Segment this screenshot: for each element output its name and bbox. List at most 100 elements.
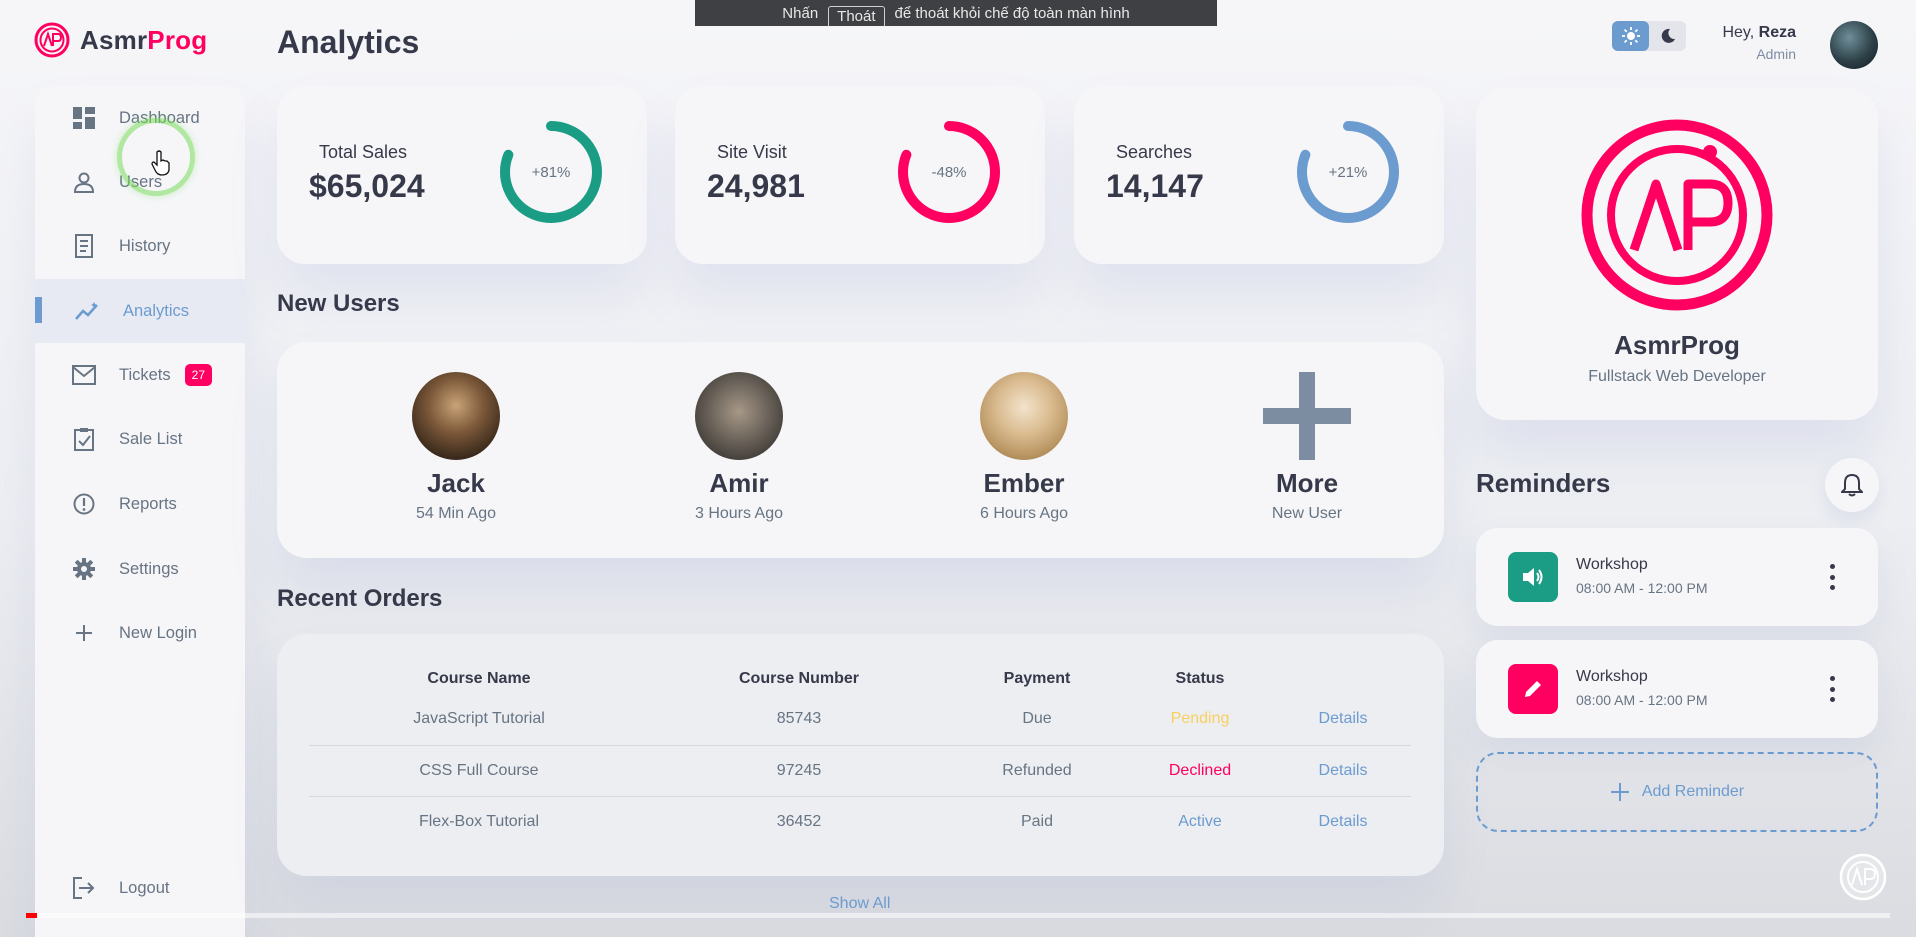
banner-suffix: để thoát khỏi chế độ toàn màn hình: [894, 5, 1130, 22]
user-card-jack[interactable]: Jack 54 Min Ago: [366, 372, 546, 523]
sidebar-item-tickets[interactable]: Tickets 27: [35, 343, 245, 407]
reminder-time: 08:00 AM - 12:00 PM: [1576, 580, 1708, 596]
status-text: Declined: [1125, 745, 1275, 797]
fullscreen-exit-banner: Nhấn Thoát để thoát khỏi chế độ toàn màn…: [695, 0, 1217, 26]
recent-orders-title: Recent Orders: [277, 585, 443, 612]
reminder-item[interactable]: Workshop 08:00 AM - 12:00 PM: [1476, 528, 1878, 626]
add-reminder-button[interactable]: Add Reminder: [1476, 752, 1878, 832]
sidebar-item-label: Settings: [119, 559, 179, 578]
user-time: New User: [1271, 505, 1343, 522]
user-card-ember[interactable]: Ember 6 Hours Ago: [934, 372, 1114, 523]
avatar: [695, 372, 783, 460]
stat-label: Searches: [1116, 142, 1193, 162]
brand-logo[interactable]: AsmrProg: [34, 22, 207, 58]
avatar[interactable]: [1830, 21, 1878, 69]
profile-title: Fullstack Web Developer: [1588, 368, 1766, 385]
ap-watermark-icon: [1839, 853, 1887, 901]
reminders-title: Reminders: [1476, 468, 1611, 498]
gear-icon: [71, 556, 97, 582]
course-number: 97245: [649, 745, 949, 797]
sidebar-item-history[interactable]: History: [35, 214, 245, 278]
user-name: Reza: [1758, 24, 1796, 41]
edit-icon: [1508, 664, 1558, 714]
stat-percent: +81%: [531, 163, 571, 181]
theme-toggle[interactable]: [1612, 21, 1686, 51]
stat-percent: +21%: [1328, 163, 1368, 181]
user-icon: [71, 169, 97, 195]
table-row: JavaScript Tutorial 85743 Due Pending De…: [309, 694, 1411, 746]
reminder-title: Workshop: [1576, 668, 1648, 685]
course-name: Flex-Box Tutorial: [418, 812, 540, 830]
banner-prefix: Nhấn: [782, 5, 819, 22]
table-row: CSS Full Course 97245 Refunded Declined …: [309, 745, 1411, 797]
sidebar-item-settings[interactable]: Settings: [35, 537, 245, 601]
course-name: CSS Full Course: [309, 745, 649, 797]
sidebar-item-sale-list[interactable]: Sale List: [35, 407, 245, 471]
stat-percent: -48%: [931, 163, 967, 181]
ap-logo-icon: [34, 22, 70, 58]
stat-value: 24,981: [707, 168, 805, 204]
user-card-more[interactable]: More New User: [1217, 372, 1397, 523]
column-header: Payment: [1003, 670, 1071, 687]
notifications-button[interactable]: [1825, 458, 1879, 512]
hand-cursor-icon: [151, 150, 170, 176]
sidebar-item-label: Analytics: [123, 301, 190, 320]
course-number: 36452: [776, 812, 822, 830]
status-text: Pending: [1125, 694, 1275, 746]
plus-icon: [1610, 783, 1629, 801]
sidebar-item-reports[interactable]: Reports: [35, 472, 245, 536]
column-header: Course Number: [738, 670, 860, 687]
stat-value: $65,024: [309, 168, 425, 204]
user-name: More: [1275, 468, 1339, 498]
user-name: Amir: [709, 468, 769, 498]
profile-name: AsmrProg: [1614, 330, 1740, 360]
recent-orders-card: Course Name Course Number Payment Status…: [277, 634, 1444, 876]
add-user-plus-icon: [1263, 372, 1351, 460]
user-role: Admin: [1756, 46, 1796, 62]
user-name: Jack: [427, 468, 485, 498]
reminder-item[interactable]: Workshop 08:00 AM - 12:00 PM: [1476, 640, 1878, 738]
sidebar-item-label: History: [119, 236, 171, 255]
brand-name: AsmrProg: [80, 24, 208, 55]
sidebar-item-analytics[interactable]: Analytics: [35, 279, 245, 343]
user-card-amir[interactable]: Amir 3 Hours Ago: [649, 372, 829, 523]
stat-card-visits: Site Visit 24,981 -48%: [675, 86, 1045, 264]
dark-mode-icon[interactable]: [1649, 21, 1686, 51]
course-name: JavaScript Tutorial: [309, 694, 649, 746]
column-header: Course Name: [427, 670, 531, 687]
avatar: [412, 372, 500, 460]
banner-key: Thoát: [828, 6, 885, 26]
bell-icon: [1841, 473, 1863, 497]
status-text: Active: [1178, 812, 1222, 830]
video-progress-fill: [26, 913, 38, 918]
user-time: 3 Hours Ago: [694, 505, 784, 522]
reminder-title: Workshop: [1576, 556, 1648, 573]
sidebar: Dashboard Users History Analytics Ticket…: [35, 86, 245, 937]
light-mode-icon[interactable]: [1612, 21, 1649, 51]
user-time: 54 Min Ago: [415, 505, 497, 522]
analytics-icon: [75, 298, 101, 324]
avatar: [980, 372, 1068, 460]
details-link[interactable]: Details: [1275, 796, 1411, 847]
plus-icon: [71, 620, 97, 646]
reminder-time: 08:00 AM - 12:00 PM: [1576, 692, 1708, 708]
stat-label: Site Visit: [717, 142, 787, 162]
tickets-count-badge: 27: [184, 364, 213, 386]
sidebar-item-new-login[interactable]: New Login: [35, 601, 245, 665]
more-vert-icon[interactable]: [1828, 564, 1836, 590]
details-link[interactable]: Details: [1275, 694, 1411, 746]
show-all-link[interactable]: Show All: [829, 895, 890, 913]
sidebar-item-label: Tickets: [119, 365, 171, 384]
details-link[interactable]: Details: [1275, 745, 1411, 797]
clipboard-check-icon: [71, 426, 97, 452]
payment: Refunded: [949, 745, 1125, 797]
mail-icon: [71, 362, 97, 388]
sidebar-item-logout[interactable]: Logout: [35, 856, 245, 920]
course-number: 85743: [649, 694, 949, 746]
page-title: Analytics: [277, 24, 420, 60]
sidebar-item-label: Sale List: [119, 429, 183, 448]
video-progress-bar[interactable]: [26, 913, 1890, 918]
more-vert-icon[interactable]: [1828, 676, 1836, 702]
new-users-title: New Users: [277, 290, 400, 317]
column-header: [1275, 664, 1411, 694]
